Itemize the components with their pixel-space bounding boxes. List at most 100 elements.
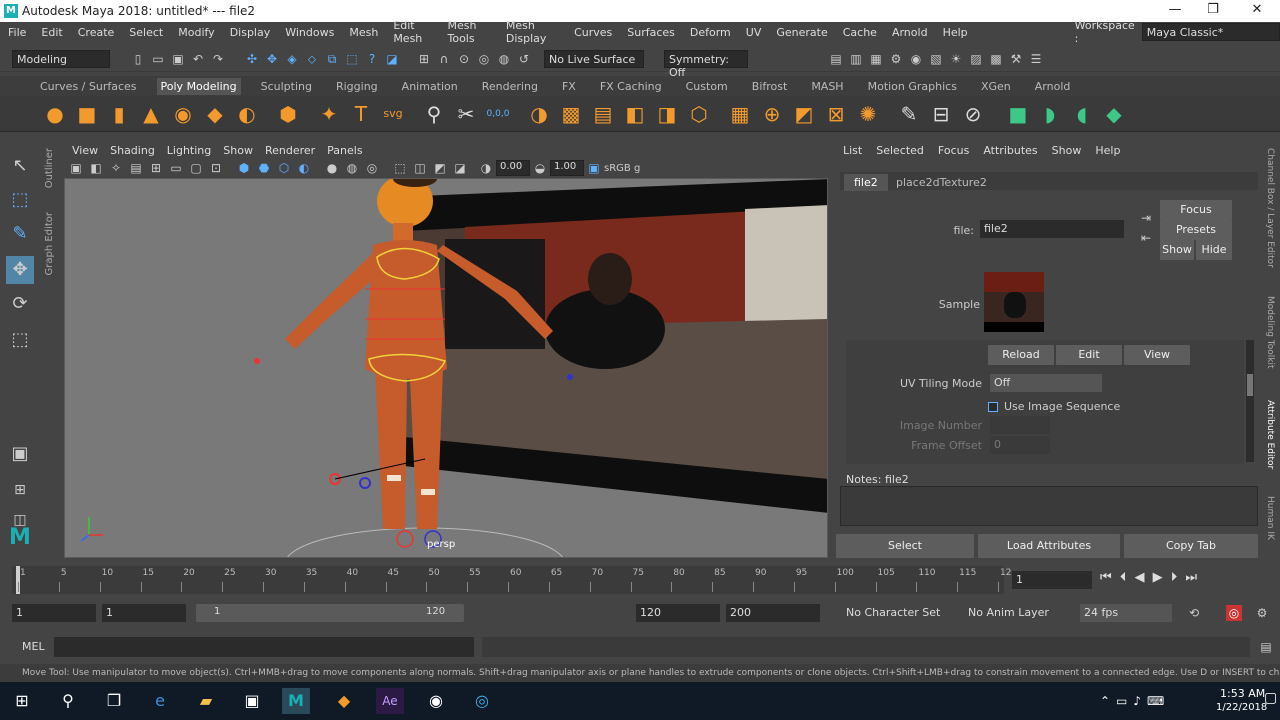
shelf-tab-rendering[interactable]: Rendering: [478, 78, 542, 95]
select-edge-icon[interactable]: ⧉: [324, 51, 340, 67]
load-attributes-button[interactable]: Load Attributes: [978, 534, 1120, 558]
notes-textarea[interactable]: [840, 486, 1258, 526]
menu-file[interactable]: File: [8, 26, 26, 39]
anim-prefs-icon[interactable]: ⚙: [1254, 605, 1270, 621]
menu-curves[interactable]: Curves: [574, 26, 612, 39]
live-surface-field[interactable]: No Live Surface: [544, 49, 644, 68]
multi-cut-icon[interactable]: ✎: [896, 101, 922, 127]
menu-modify[interactable]: Modify: [178, 26, 214, 39]
poly-svg-icon[interactable]: svg: [380, 101, 406, 127]
menu-surfaces[interactable]: Surfaces: [627, 26, 675, 39]
smooth-shade-icon[interactable]: ⬣: [256, 160, 272, 176]
menu-arnold[interactable]: Arnold: [892, 26, 928, 39]
snap-view-icon[interactable]: ◎: [476, 51, 492, 67]
ae-menu-focus[interactable]: Focus: [938, 144, 969, 157]
ae-menu-list[interactable]: List: [843, 144, 862, 157]
layout-single-icon[interactable]: ▣: [6, 440, 34, 468]
edit-button[interactable]: Edit: [1056, 345, 1122, 365]
ae-tab-file2[interactable]: file2: [844, 174, 888, 191]
outliner-tab[interactable]: Outliner: [44, 148, 55, 188]
mel-input[interactable]: [54, 637, 474, 657]
menu-mesh[interactable]: Mesh: [349, 26, 378, 39]
presets-button[interactable]: Presets: [1160, 220, 1232, 240]
shelf-tab-curves-surfaces[interactable]: Curves / Surfaces: [36, 78, 141, 95]
render-frame-icon[interactable]: ▥: [848, 51, 864, 67]
time-slider[interactable]: 1 5 10 15 20 25 30 35 40 45 50 55 60 65 70 75 80 85 90 95 10…: [0, 562, 1280, 596]
ae-tab-place2dtexture2[interactable]: place2dTexture2: [886, 174, 997, 191]
animation-start-field[interactable]: 1: [12, 604, 96, 622]
film-gate-icon[interactable]: ▭: [168, 160, 184, 176]
obs-icon[interactable]: ◉: [422, 688, 450, 714]
redo-icon[interactable]: ↷: [210, 51, 226, 67]
shelf-tab-bifrost[interactable]: Bifrost: [748, 78, 792, 95]
menu-mesh-tools[interactable]: Mesh Tools: [447, 19, 490, 45]
uv-spherical-icon[interactable]: ◖: [1069, 101, 1095, 127]
viewport-menu-lighting[interactable]: Lighting: [167, 144, 211, 157]
center-pivot-icon[interactable]: 0,0,0: [485, 101, 511, 127]
textured-icon[interactable]: ⬡: [276, 160, 292, 176]
loop-icon[interactable]: ⟲: [1186, 605, 1202, 621]
range-slider-bar[interactable]: 1 120: [196, 604, 464, 622]
poly-cylinder-icon[interactable]: ▮: [106, 101, 132, 127]
ambient-occlusion-icon[interactable]: ◍: [344, 160, 360, 176]
antialias-icon[interactable]: ◎: [364, 160, 380, 176]
safe-action-icon[interactable]: ⊡: [208, 160, 224, 176]
use-image-sequence-checkbox[interactable]: [988, 402, 998, 412]
select-button[interactable]: Select: [836, 534, 974, 558]
playback-start-field[interactable]: 1: [102, 604, 186, 622]
uv-planar-icon[interactable]: ■: [1005, 101, 1031, 127]
load-input-icon[interactable]: ⇥: [1138, 210, 1154, 226]
menu-generate[interactable]: Generate: [776, 26, 827, 39]
uv-automatic-icon[interactable]: ◆: [1101, 101, 1127, 127]
new-scene-icon[interactable]: ▯: [130, 51, 146, 67]
bevel-icon[interactable]: ⬡: [686, 101, 712, 127]
maya-taskbar-icon[interactable]: M: [282, 688, 310, 714]
playback-end-field[interactable]: 120: [636, 604, 720, 622]
viewport-persp[interactable]: persp: [64, 178, 828, 558]
exposure-icon[interactable]: ◑: [478, 160, 494, 176]
shelf-tab-mash[interactable]: MASH: [807, 78, 847, 95]
mirror-icon[interactable]: ◑: [526, 101, 552, 127]
select-hierarchy-icon[interactable]: ✣: [244, 51, 260, 67]
auto-key-icon[interactable]: ◎: [1226, 605, 1242, 621]
maximize-button[interactable]: ❐: [1198, 2, 1228, 20]
modeling-toolkit-tab[interactable]: Modeling Toolkit: [1265, 296, 1275, 369]
select-face-icon[interactable]: ⬚: [344, 51, 360, 67]
poly-plane-icon[interactable]: ◆: [202, 101, 228, 127]
gamma-icon[interactable]: ◒: [532, 160, 548, 176]
gamma-field[interactable]: 1.00: [550, 160, 584, 176]
open-scene-icon[interactable]: ▭: [150, 51, 166, 67]
snap-surface-icon[interactable]: ◍: [496, 51, 512, 67]
uv-tiling-mode-dropdown[interactable]: Off: [990, 374, 1102, 392]
human-ik-tab[interactable]: Human IK: [1265, 496, 1275, 540]
hypershade-icon[interactable]: ◉: [908, 51, 924, 67]
smooth-icon[interactable]: ▦: [727, 101, 753, 127]
reduce-icon[interactable]: ✺: [855, 101, 881, 127]
bookmark-icon[interactable]: ✧: [108, 160, 124, 176]
shelf-tab-xgen[interactable]: XGen: [977, 78, 1015, 95]
ae-scrollbar-thumb[interactable]: [1247, 374, 1253, 396]
poly-torus-icon[interactable]: ◉: [170, 101, 196, 127]
fill-hole-icon[interactable]: ◨: [654, 101, 680, 127]
bridge-icon[interactable]: ▤: [590, 101, 616, 127]
workspace-dropdown[interactable]: Maya Classic*: [1141, 23, 1280, 41]
isolate-icon[interactable]: ⬚: [392, 160, 408, 176]
viewport-menu-show[interactable]: Show: [223, 144, 253, 157]
frame-offset-field[interactable]: 0: [990, 436, 1050, 454]
modeling-toolkit-icon[interactable]: ▨: [968, 51, 984, 67]
menu-uv[interactable]: UV: [746, 26, 762, 39]
hide-button[interactable]: Hide: [1196, 240, 1232, 260]
edge-browser-icon[interactable]: e: [146, 688, 174, 714]
viewport-menu-view[interactable]: View: [72, 144, 98, 157]
average-icon[interactable]: ⊕: [759, 101, 785, 127]
ae-menu-show[interactable]: Show: [1052, 144, 1082, 157]
append-icon[interactable]: ◧: [622, 101, 648, 127]
ipr-render-icon[interactable]: ▦: [868, 51, 884, 67]
after-effects-icon[interactable]: Ae: [376, 688, 404, 714]
extrude-icon[interactable]: ▩: [558, 101, 584, 127]
quadrangulate-icon[interactable]: ⊠: [823, 101, 849, 127]
windows-start-icon[interactable]: ⊞: [8, 688, 36, 714]
shelf-tab-motion-graphics[interactable]: Motion Graphics: [864, 78, 961, 95]
fps-dropdown[interactable]: 24 fps: [1080, 604, 1172, 622]
layout-four-icon[interactable]: ⊞: [6, 476, 34, 504]
